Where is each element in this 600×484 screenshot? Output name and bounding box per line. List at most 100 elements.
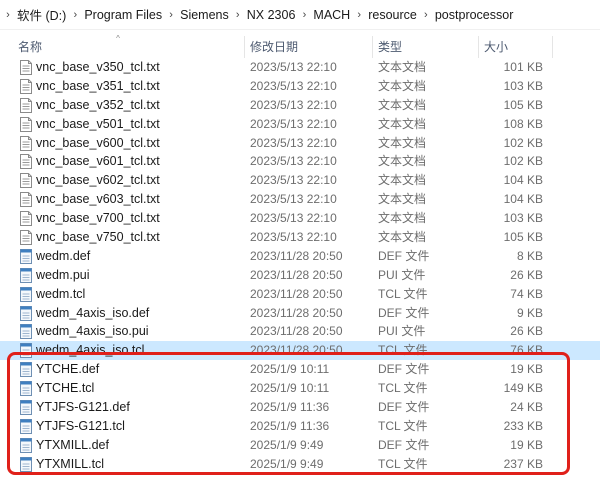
file-size: 103 KB xyxy=(503,78,543,93)
file-type: DEF 文件 xyxy=(378,362,430,377)
breadcrumb: › 软件 (D:) › Program Files › Siemens › NX… xyxy=(0,0,600,30)
chevron-right-icon[interactable]: › xyxy=(298,9,310,21)
file-icon xyxy=(20,267,32,283)
file-icon xyxy=(20,456,32,472)
file-row[interactable]: vnc_base_v350_tcl.txt 2023/5/13 22:10 文本文档… xyxy=(0,58,600,77)
file-list: vnc_base_v350_tcl.txt 2023/5/13 22:10 文本文档… xyxy=(0,58,600,474)
file-name: vnc_base_v700_tcl.txt xyxy=(36,211,160,226)
file-date: 2023/11/28 20:50 xyxy=(250,324,343,339)
file-type: 文本文档 xyxy=(378,230,427,245)
file-name: wedm_4axis_iso.def xyxy=(36,305,150,320)
file-size: 8 KB xyxy=(516,248,543,263)
file-row[interactable]: vnc_base_v602_tcl.txt 2023/5/13 22:10 文本文档… xyxy=(0,171,600,190)
file-size: 74 KB xyxy=(510,286,543,301)
text-document-icon xyxy=(20,230,32,246)
file-row[interactable]: wedm.pui 2023/11/28 20:50 PUI 文件 26 KB xyxy=(0,266,600,285)
file-size: 76 KB xyxy=(510,343,543,358)
file-row[interactable]: wedm.def 2023/11/28 20:50 DEF 文件 8 KB xyxy=(0,247,600,266)
chevron-right-icon[interactable]: › xyxy=(165,9,177,21)
file-name: vnc_base_v602_tcl.txt xyxy=(36,173,160,188)
file-row[interactable]: vnc_base_v352_tcl.txt 2023/5/13 22:10 文本文档… xyxy=(0,96,600,115)
file-date: 2023/11/28 20:50 xyxy=(250,248,343,263)
file-row[interactable]: wedm.tcl 2023/11/28 20:50 TCL 文件 74 KB xyxy=(0,285,600,304)
text-document-icon xyxy=(20,135,32,151)
text-document-icon xyxy=(20,116,32,132)
file-name: vnc_base_v350_tcl.txt xyxy=(36,60,160,74)
file-size: 104 KB xyxy=(503,173,543,188)
file-type: TCL 文件 xyxy=(378,343,428,358)
file-name: wedm_4axis_iso.pui xyxy=(36,324,149,339)
text-document-icon xyxy=(20,97,32,113)
file-type: DEF 文件 xyxy=(378,400,430,415)
file-icon xyxy=(20,248,32,264)
file-name: wedm.tcl xyxy=(36,286,86,301)
file-icon xyxy=(20,362,32,378)
chevron-right-icon[interactable]: › xyxy=(353,9,365,21)
column-date-header[interactable]: 修改日期 xyxy=(246,36,372,58)
file-row[interactable]: vnc_base_v601_tcl.txt 2023/5/13 22:10 文本文档… xyxy=(0,152,600,171)
file-date: 2023/5/13 22:10 xyxy=(250,192,337,207)
file-size: 103 KB xyxy=(503,211,543,226)
file-row[interactable]: vnc_base_v351_tcl.txt 2023/5/13 22:10 文本文档… xyxy=(0,77,600,96)
column-name-header[interactable]: 名称 xyxy=(14,36,244,58)
text-document-icon xyxy=(20,154,32,170)
file-type: 文本文档 xyxy=(378,173,427,188)
file-date: 2023/11/28 20:50 xyxy=(250,305,343,320)
column-divider[interactable] xyxy=(244,36,245,58)
file-size: 9 KB xyxy=(516,305,543,320)
file-row[interactable]: YTJFS-G121.tcl 2025/1/9 11:36 TCL 文件 233 KB xyxy=(0,417,600,436)
file-name: YTCHE.tcl xyxy=(36,381,95,396)
chevron-right-icon[interactable]: › xyxy=(2,9,14,21)
file-date: 2023/5/13 22:10 xyxy=(250,78,337,93)
file-size: 102 KB xyxy=(503,154,543,169)
file-row[interactable]: wedm_4axis_iso.tcl 2023/11/28 20:50 TCL 文件… xyxy=(0,341,600,361)
file-row[interactable]: YTCHE.tcl 2025/1/9 10:11 TCL 文件 149 KB xyxy=(0,379,600,398)
file-size: 233 KB xyxy=(503,418,543,433)
file-row[interactable]: wedm_4axis_iso.pui 2023/11/28 20:50 PUI 文件… xyxy=(0,322,600,341)
file-date: 2023/5/13 22:10 xyxy=(250,116,337,131)
file-type: DEF 文件 xyxy=(378,437,430,452)
file-date: 2023/5/13 22:10 xyxy=(250,97,337,112)
file-date: 2025/1/9 10:11 xyxy=(250,381,330,396)
file-name: YTJFS-G121.def xyxy=(36,400,130,415)
file-row[interactable]: YTXMILL.def 2025/1/9 9:49 DEF 文件 19 KB xyxy=(0,436,600,455)
file-row[interactable]: YTXMILL.tcl 2025/1/9 9:49 TCL 文件 237 KB xyxy=(0,455,600,474)
column-divider[interactable] xyxy=(552,36,553,58)
breadcrumb-program-files[interactable]: Program Files xyxy=(81,8,165,22)
file-row[interactable]: vnc_base_v501_tcl.txt 2023/5/13 22:10 文本文档… xyxy=(0,115,600,134)
file-type: 文本文档 xyxy=(378,78,427,93)
file-row[interactable]: vnc_base_v603_tcl.txt 2023/5/13 22:10 文本文档… xyxy=(0,190,600,209)
chevron-right-icon[interactable]: › xyxy=(232,9,244,21)
breadcrumb-siemens[interactable]: Siemens xyxy=(177,8,232,22)
file-size: 105 KB xyxy=(503,97,543,112)
file-date: 2023/5/13 22:10 xyxy=(250,230,337,245)
file-row[interactable]: wedm_4axis_iso.def 2023/11/28 20:50 DEF 文件… xyxy=(0,304,600,323)
file-type: TCL 文件 xyxy=(378,456,428,471)
column-divider[interactable] xyxy=(372,36,373,58)
breadcrumb-mach[interactable]: MACH xyxy=(310,8,353,22)
file-row[interactable]: vnc_base_v700_tcl.txt 2023/5/13 22:10 文本文档… xyxy=(0,209,600,228)
file-row[interactable]: YTJFS-G121.def 2025/1/9 11:36 DEF 文件 24 KB xyxy=(0,398,600,417)
breadcrumb-resource[interactable]: resource xyxy=(365,8,420,22)
file-row[interactable]: vnc_base_v600_tcl.txt 2023/5/13 22:10 文本文档… xyxy=(0,134,600,153)
file-date: 2023/5/13 22:10 xyxy=(250,154,337,169)
file-type: DEF 文件 xyxy=(378,248,430,263)
file-row[interactable]: vnc_base_v750_tcl.txt 2023/5/13 22:10 文本文档… xyxy=(0,228,600,247)
chevron-right-icon[interactable]: › xyxy=(420,9,432,21)
file-date: 2023/11/28 20:50 xyxy=(250,286,343,301)
breadcrumb-nx[interactable]: NX 2306 xyxy=(244,8,299,22)
text-document-icon xyxy=(20,173,32,189)
breadcrumb-drive[interactable]: 软件 (D:) xyxy=(14,5,69,24)
file-name: YTXMILL.def xyxy=(36,437,109,452)
chevron-right-icon[interactable]: › xyxy=(69,9,81,21)
file-type: TCL 文件 xyxy=(378,418,428,433)
breadcrumb-postprocessor[interactable]: postprocessor xyxy=(432,8,517,22)
column-divider[interactable] xyxy=(478,36,479,58)
column-size-header[interactable]: 大小 xyxy=(480,36,550,58)
file-name: wedm.def xyxy=(36,248,91,263)
file-row[interactable]: YTCHE.def 2025/1/9 10:11 DEF 文件 19 KB xyxy=(0,360,600,379)
file-name: wedm.pui xyxy=(36,267,90,282)
file-date: 2023/11/28 20:50 xyxy=(250,267,343,282)
text-document-icon xyxy=(20,78,32,94)
column-type-header[interactable]: 类型 xyxy=(374,36,478,58)
